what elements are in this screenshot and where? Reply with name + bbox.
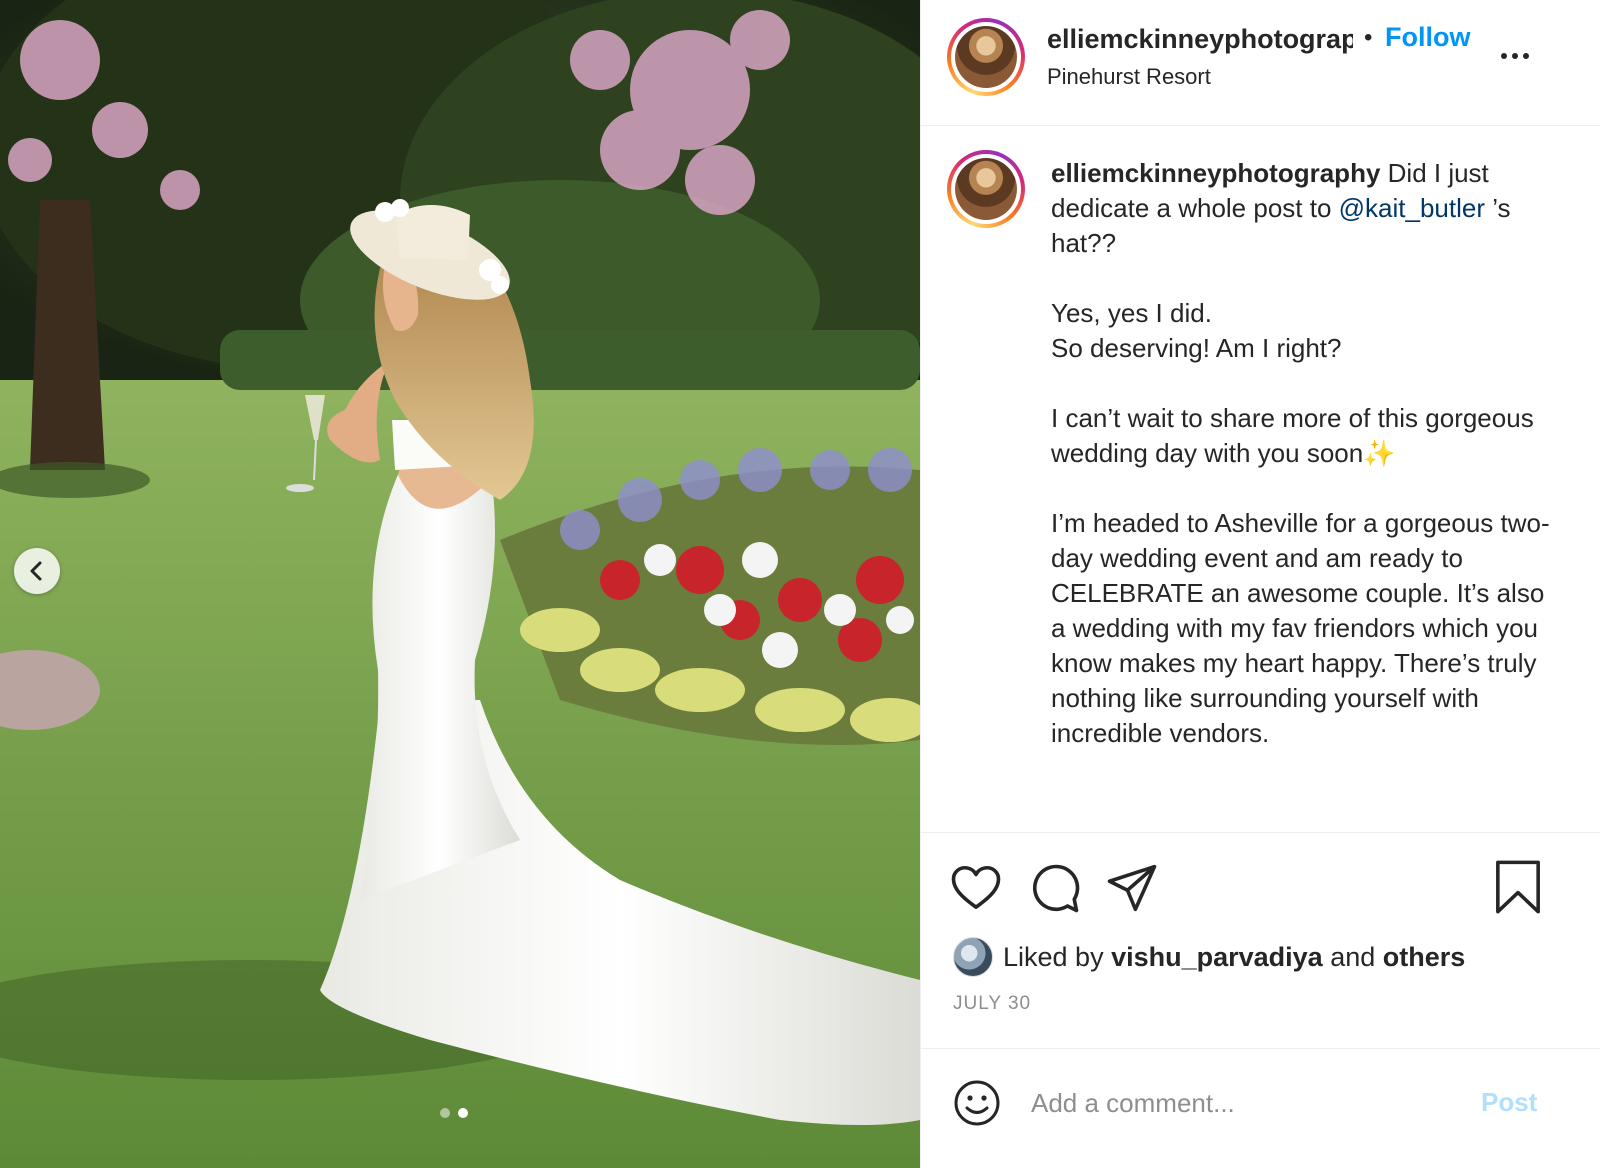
liker-avatar[interactable] [953, 937, 993, 977]
post-location[interactable]: Pinehurst Resort [1047, 64, 1211, 90]
post-date[interactable]: JULY 30 [953, 993, 1031, 1015]
carousel-dot-active [458, 1108, 468, 1118]
carousel-indicator [440, 1108, 468, 1118]
comment-input[interactable] [1031, 1079, 1461, 1127]
more-options-button[interactable] [1501, 44, 1535, 68]
post-photo[interactable] [0, 0, 920, 1168]
liker-username[interactable]: vishu_parvadiya [1111, 942, 1323, 972]
author-avatar[interactable] [947, 18, 1025, 96]
wedding-photo [0, 0, 920, 1168]
avatar-image [955, 158, 1017, 220]
likes-text: Liked by vishu_parvadiya and others [1003, 942, 1465, 973]
likes-middle: and [1322, 941, 1383, 972]
avatar-image [955, 26, 1017, 88]
bookmark-icon[interactable] [1493, 859, 1543, 915]
caption-username[interactable]: elliemckinneyphotography [1051, 158, 1380, 188]
separator-dot: • [1364, 24, 1373, 51]
carousel-dot [440, 1108, 450, 1118]
more-horizontal-icon [1501, 53, 1529, 59]
likes-others-link[interactable]: others [1383, 942, 1466, 972]
post-comment-button[interactable]: Post [1481, 1087, 1537, 1118]
caption-area: elliemckinneyphotography Did I just dedi… [921, 126, 1600, 832]
likes-summary: Liked by vishu_parvadiya and others [953, 937, 1465, 977]
follow-button[interactable]: Follow [1385, 22, 1470, 53]
caption-paragraph: I’m headed to Asheville for a gorgeous t… [1051, 508, 1550, 748]
caption-avatar[interactable] [947, 150, 1025, 228]
caption-paragraph: Yes, yes I did. [1051, 298, 1212, 328]
emoji-icon[interactable] [953, 1079, 1001, 1127]
heart-icon[interactable] [949, 861, 1003, 915]
caption-paragraph: I can’t wait to share more of this gorge… [1051, 403, 1534, 468]
mention-link[interactable]: @kait_butler [1339, 193, 1485, 223]
caption-text: elliemckinneyphotography Did I just dedi… [1051, 156, 1551, 751]
share-icon[interactable] [1105, 861, 1159, 915]
post-header: elliemckinneyphotograp • Follow Pinehurs… [921, 0, 1600, 126]
likes-prefix: Liked by [1003, 941, 1112, 972]
carousel-prev-button[interactable] [14, 548, 60, 594]
comment-box: Post [921, 1048, 1600, 1168]
chevron-left-icon [30, 561, 42, 581]
post-actions: Liked by vishu_parvadiya and others JULY… [921, 832, 1600, 1048]
caption-paragraph: So deserving! Am I right? [1051, 333, 1342, 363]
post-sidebar: elliemckinneyphotograp • Follow Pinehurs… [920, 0, 1600, 1168]
author-username[interactable]: elliemckinneyphotograp [1047, 24, 1353, 55]
comment-icon[interactable] [1027, 861, 1081, 915]
